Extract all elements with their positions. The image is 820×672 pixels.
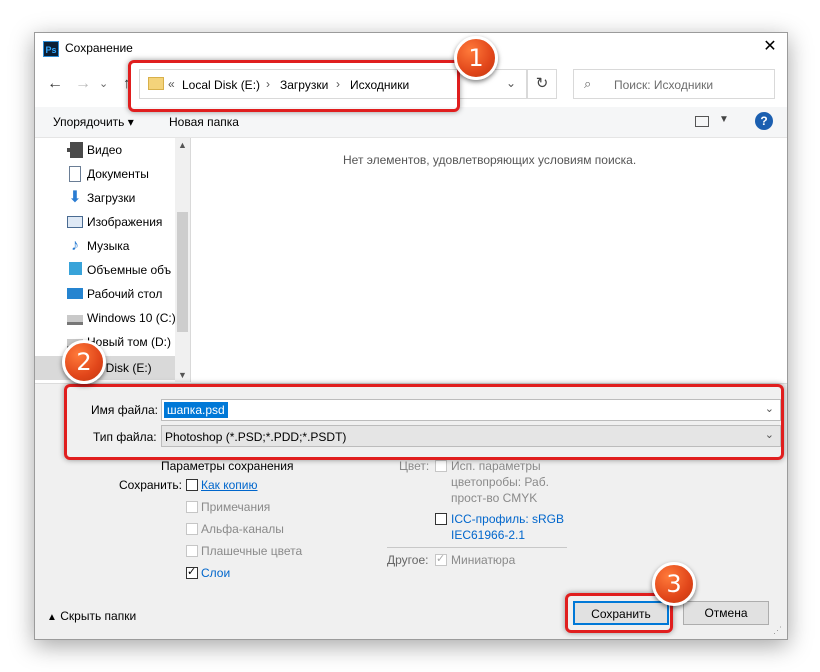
- notes-label: Примечания: [201, 500, 271, 514]
- proof-setup-checkbox[interactable]: [435, 460, 447, 472]
- other-label: Другое:: [387, 553, 429, 567]
- search-placeholder: Поиск: Исходники: [614, 78, 714, 92]
- icc-profile-checkbox[interactable]: [435, 513, 447, 525]
- downloads-icon: ⬇: [68, 189, 82, 206]
- highlight-file-fields: [64, 384, 784, 460]
- new-folder-button[interactable]: Новая папка: [169, 115, 239, 129]
- back-arrow-icon[interactable]: ←: [47, 75, 63, 93]
- layers-checkbox[interactable]: ✓: [186, 566, 198, 579]
- alpha-checkbox[interactable]: [186, 523, 198, 535]
- nav-item-label: Документы: [87, 167, 149, 181]
- checkmark-icon: ✓: [187, 566, 197, 578]
- thumbnail-checkbox[interactable]: ✓: [435, 553, 447, 566]
- documents-icon: [69, 166, 81, 182]
- forward-arrow-icon[interactable]: →: [75, 75, 91, 93]
- icc-profile-line1[interactable]: ICC-профиль: sRGB: [451, 512, 564, 526]
- search-icon: ⌕: [584, 76, 592, 91]
- close-button[interactable]: ✕: [757, 35, 783, 59]
- as-copy-label[interactable]: Как копию: [201, 478, 258, 492]
- refresh-button[interactable]: ↻: [527, 69, 557, 99]
- save-options-label: Сохранить:: [119, 478, 182, 492]
- step-badge-2: 2: [62, 340, 106, 384]
- recent-chevron-icon[interactable]: ⌄: [99, 77, 108, 90]
- resize-grip-icon[interactable]: ⋰: [773, 625, 782, 636]
- scrollbar-thumb[interactable]: [177, 212, 188, 332]
- highlight-address-bar: [128, 60, 460, 112]
- scroll-down-icon[interactable]: ▼: [178, 370, 187, 380]
- step-badge-1: 1: [454, 36, 498, 80]
- 3d-objects-icon: [69, 262, 82, 275]
- music-icon: ♪: [71, 237, 79, 254]
- nav-item-label: Изображения: [87, 215, 163, 229]
- notes-checkbox[interactable]: [186, 501, 198, 513]
- step-badge-3: 3: [652, 562, 696, 606]
- photoshop-app-icon: Ps: [43, 41, 59, 57]
- proof-setup-line1: Исп. параметры: [451, 459, 541, 473]
- save-dialog: Ps Сохранение ✕ ← → ⌄ ↑ « Local Disk (E:…: [34, 32, 788, 640]
- window-title: Сохранение: [65, 41, 133, 55]
- hide-folders-toggle[interactable]: ▲ Скрыть папки: [47, 609, 136, 623]
- spot-colors-label: Плашечные цвета: [201, 544, 303, 558]
- view-dropdown-icon[interactable]: ▼: [719, 114, 729, 125]
- icc-profile-line2[interactable]: IEC61966-2.1: [451, 528, 525, 542]
- search-input[interactable]: ⌕ Поиск: Исходники: [573, 69, 775, 99]
- video-icon: [67, 142, 83, 158]
- nav-item-label: Видео: [87, 143, 123, 157]
- thumbnail-label: Миниатюра: [451, 553, 516, 567]
- drive-icon: [67, 315, 83, 325]
- cancel-button[interactable]: Отмена: [683, 601, 769, 625]
- organize-menu[interactable]: Упорядочить ▾: [53, 115, 134, 129]
- empty-folder-message: Нет элементов, удовлетворяющих условиям …: [343, 153, 637, 167]
- nav-scrollbar[interactable]: ▲ ▼: [175, 138, 190, 382]
- checkmark-icon: ✓: [436, 553, 446, 565]
- color-label: Цвет:: [399, 459, 430, 473]
- nav-item-label: Загрузки: [87, 191, 136, 205]
- proof-setup-line3: прост-во CMYK: [451, 491, 538, 505]
- address-dropdown-icon[interactable]: ⌄: [506, 76, 516, 90]
- nav-item-label: Объемные объ: [87, 263, 172, 277]
- proof-setup-line2: цветопробы: Раб.: [451, 475, 549, 489]
- close-icon: ✕: [763, 38, 777, 55]
- view-mode-icon[interactable]: [695, 116, 709, 127]
- refresh-icon: ↻: [535, 75, 549, 92]
- nav-item-label: Windows 10 (C:): [87, 311, 176, 325]
- as-copy-checkbox[interactable]: [186, 479, 198, 491]
- save-options-heading: Параметры сохранения: [161, 459, 294, 473]
- nav-item-label: Музыка: [87, 239, 130, 253]
- hide-folders-label: Скрыть папки: [60, 609, 137, 623]
- options-divider: [387, 547, 567, 548]
- chevron-up-icon: ▲: [47, 612, 57, 623]
- navigation-pane[interactable]: Видео Документы ⬇ Загрузки Изображения ♪…: [35, 138, 189, 382]
- pictures-icon: [67, 216, 83, 228]
- help-icon[interactable]: ?: [755, 112, 773, 130]
- alpha-label: Альфа-каналы: [201, 522, 284, 536]
- nav-item-label: Рабочий стол: [87, 287, 163, 301]
- layers-label[interactable]: Слои: [201, 566, 230, 580]
- scroll-up-icon[interactable]: ▲: [178, 140, 187, 150]
- spot-colors-checkbox[interactable]: [186, 545, 198, 557]
- desktop-icon: [67, 288, 83, 299]
- pane-divider: [190, 138, 191, 382]
- highlight-save-button: [565, 593, 673, 633]
